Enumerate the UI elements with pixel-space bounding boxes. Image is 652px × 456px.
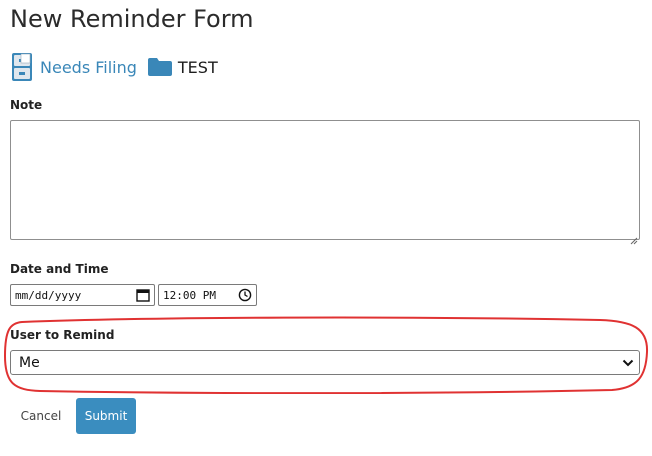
note-label: Note	[10, 98, 43, 112]
calendar-icon[interactable]	[136, 288, 150, 302]
note-textarea[interactable]	[10, 120, 640, 245]
date-time-label: Date and Time	[10, 262, 109, 276]
user-to-remind-label: User to Remind	[10, 328, 115, 342]
page-title: New Reminder Form	[10, 5, 254, 33]
user-select-value: Me	[19, 354, 40, 371]
date-input[interactable]: mm/dd/yyyy	[10, 284, 155, 306]
time-value: 12:00 PM	[163, 288, 216, 302]
folder-label: TEST	[177, 57, 218, 77]
date-placeholder: mm/dd/yyyy	[15, 288, 82, 302]
cancel-button[interactable]: Cancel	[10, 398, 72, 434]
needs-filing-link[interactable]: Needs Filing	[40, 58, 137, 77]
resize-grip-icon[interactable]	[630, 230, 638, 245]
folder-icon	[147, 57, 173, 77]
clock-icon[interactable]	[238, 288, 252, 302]
time-input[interactable]: 12:00 PM	[158, 284, 257, 306]
filing-cabinet-icon	[10, 52, 34, 82]
submit-button[interactable]: Submit	[76, 398, 136, 434]
user-to-remind-select[interactable]: Me	[10, 350, 640, 375]
chevron-down-icon	[622, 358, 634, 368]
breadcrumb: Needs Filing TEST	[10, 52, 218, 82]
